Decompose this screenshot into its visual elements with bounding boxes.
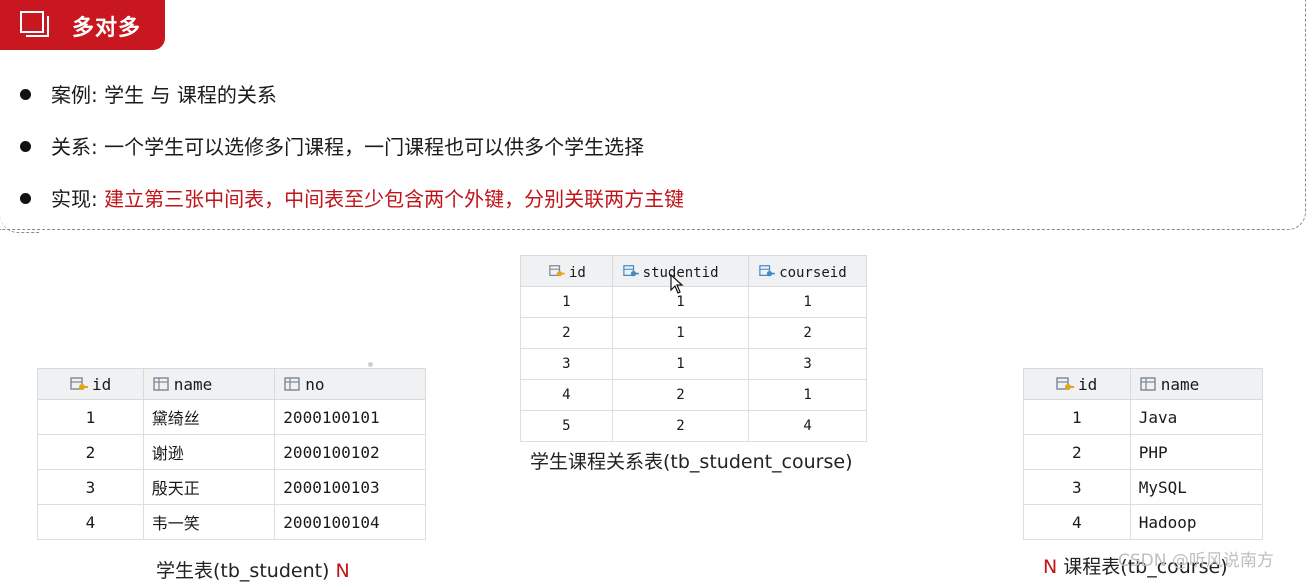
student-course-table: id studentid courseid 111 212 313 421 52… bbox=[520, 255, 867, 442]
bullet-relation: 关系: 一个学生可以选修多门课程，一门课程也可以供多个学生选择 bbox=[20, 131, 644, 160]
column-header-id[interactable]: id bbox=[37, 368, 144, 400]
bullet-label: 关系: bbox=[51, 135, 105, 159]
bullet-icon bbox=[20, 141, 31, 152]
column-header-id[interactable]: id bbox=[1023, 368, 1131, 400]
table-row[interactable]: 1 黛绮丝 2000100101 bbox=[37, 399, 426, 435]
column-header-id[interactable]: id bbox=[520, 255, 613, 287]
page-title: 多对多 bbox=[72, 16, 142, 41]
cardinality-mark: N bbox=[1043, 556, 1058, 578]
copy-icon bbox=[20, 11, 49, 37]
bullet-label: 实现: bbox=[51, 187, 105, 211]
bullet-implementation: 实现: 建立第三张中间表，中间表至少包含两个外键，分别关联两方主键 bbox=[20, 183, 684, 212]
table-row[interactable]: 2 PHP bbox=[1023, 434, 1264, 470]
faint-mark bbox=[368, 362, 373, 367]
table-row[interactable]: 313 bbox=[520, 348, 867, 380]
table-row[interactable]: 524 bbox=[520, 410, 867, 442]
bullet-icon bbox=[20, 193, 31, 204]
table-row[interactable]: 421 bbox=[520, 379, 867, 411]
bullet-example: 案例: 学生 与 课程的关系 bbox=[20, 79, 277, 108]
student-table-caption: 学生表(tb_student) N bbox=[156, 560, 350, 582]
watermark: CSDN @听风说南方 bbox=[1118, 551, 1274, 571]
column-icon bbox=[153, 377, 169, 391]
table-row[interactable]: 2 谢逊 2000100102 bbox=[37, 434, 426, 470]
student-course-table-caption: 学生课程关系表(tb_student_course) bbox=[530, 451, 853, 473]
column-header-no[interactable]: no bbox=[274, 368, 426, 400]
bullet-text: 学生 与 课程的关系 bbox=[104, 83, 277, 107]
column-header-name[interactable]: name bbox=[1129, 368, 1264, 400]
bullet-text-highlight: 建立第三张中间表，中间表至少包含两个外键，分别关联两方主键 bbox=[104, 187, 685, 211]
foreign-key-icon bbox=[759, 265, 775, 277]
table-row[interactable]: 1 Java bbox=[1023, 399, 1264, 435]
table-row[interactable]: 212 bbox=[520, 317, 867, 349]
bullet-label: 案例: bbox=[51, 83, 105, 107]
table-row[interactable]: 111 bbox=[520, 286, 867, 318]
table-row[interactable]: 4 韦一笑 2000100104 bbox=[37, 504, 426, 540]
student-table: id name no 1 黛绮丝 2000100101 2 谢逊 2000100102 … bbox=[37, 368, 426, 540]
primary-key-icon bbox=[549, 265, 565, 277]
cardinality-mark: N bbox=[335, 560, 350, 582]
primary-key-icon bbox=[70, 377, 88, 390]
column-header-name[interactable]: name bbox=[142, 368, 276, 400]
column-icon bbox=[284, 377, 300, 391]
bullet-icon bbox=[20, 89, 31, 100]
table-row[interactable]: 3 殷天正 2000100103 bbox=[37, 469, 426, 505]
title-tab: 多对多 bbox=[0, 0, 165, 50]
primary-key-icon bbox=[1056, 377, 1074, 390]
foreign-key-icon bbox=[622, 265, 639, 277]
table-row[interactable]: 3 MySQL bbox=[1023, 469, 1264, 505]
mouse-cursor-icon bbox=[670, 274, 684, 294]
course-table: id name 1 Java 2 PHP 3 MySQL 4 Hadoop bbox=[1023, 368, 1264, 540]
bullet-text: 一个学生可以选修多门课程，一门课程也可以供多个学生选择 bbox=[104, 135, 645, 159]
column-icon bbox=[1139, 377, 1156, 391]
table-row[interactable]: 4 Hadoop bbox=[1023, 504, 1264, 540]
column-header-courseid[interactable]: courseid bbox=[748, 255, 867, 287]
